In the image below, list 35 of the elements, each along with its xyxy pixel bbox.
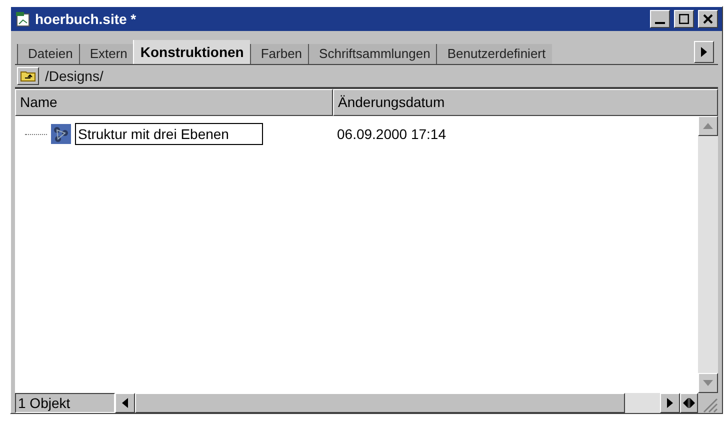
arrow-down-icon [703,380,713,386]
arrow-right-icon [701,47,707,57]
split-handle[interactable] [680,393,698,413]
maximize-button[interactable] [674,10,694,28]
maximize-icon [679,14,689,24]
folder-path: /Designs/ [45,66,104,86]
column-header[interactable]: Name [15,89,333,116]
date-cell-text: 06.09.2000 17:14 [336,124,446,144]
site-file-icon [15,11,31,27]
close-button[interactable] [698,10,718,28]
folder-up-button[interactable] [17,67,39,85]
rename-field[interactable]: Struktur mit drei Ebenen [75,123,263,145]
structure-icon [51,124,71,144]
scroll-down-button[interactable] [698,373,718,393]
folder-up-icon [20,70,36,82]
window-title: hoerbuch.site * [35,10,136,28]
scroll-left-button[interactable] [115,393,135,413]
minimize-button[interactable] [650,10,670,28]
minimize-icon [655,22,665,24]
tab[interactable]: Benutzerdefiniert [436,44,552,64]
status-text: 1 Objekt [15,393,115,413]
scroll-right-button[interactable] [660,393,680,413]
scroll-tabs-button[interactable] [694,41,714,63]
arrow-up-icon [703,123,713,129]
arrow-right-icon [667,398,673,408]
tab[interactable]: Extern [78,44,134,64]
column-header[interactable]: Änderungsdatum [333,89,718,116]
tab[interactable]: Konstruktionen [133,40,250,64]
arrow-left-icon [122,398,128,408]
tab[interactable]: Schriftsammlungen [308,44,436,64]
close-icon [703,14,713,24]
tab[interactable]: Farben [250,44,308,64]
scroll-up-button[interactable] [698,116,718,136]
tab[interactable]: Dateien [17,44,79,64]
split-arrows-icon [683,398,695,408]
